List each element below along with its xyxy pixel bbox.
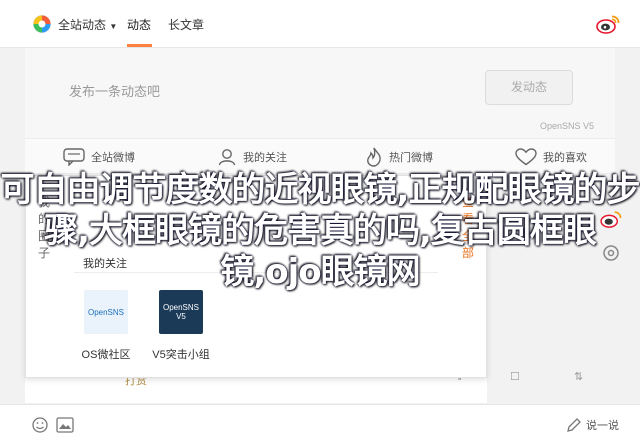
send-post-button[interactable]: 发动态 [485, 70, 573, 105]
filter-label: 我的关注 [243, 152, 287, 164]
circle-name: V5突击小组 [152, 349, 210, 361]
filter-label: 全站微博 [91, 152, 135, 164]
image-icon[interactable] [56, 417, 74, 433]
caret-down-icon: ▼ [109, 22, 118, 31]
tab-dynamic[interactable]: 动态 [127, 16, 151, 33]
circle-card[interactable]: OpenSNS OS微社区 [70, 290, 142, 362]
site-dropdown[interactable]: 全站动态 ▼ [58, 16, 117, 33]
share-icon[interactable]: ⇅ [574, 370, 583, 383]
top-header: 全站动态 ▼ 动态 长文章 [0, 0, 640, 48]
flame-icon [367, 147, 381, 167]
edit-icon[interactable] [566, 417, 582, 433]
site-dropdown-label: 全站动态 [58, 18, 107, 32]
filter-label: 我的喜欢 [543, 152, 587, 164]
page: 全站动态 ▼ 动态 长文章 发布一条动态吧 发动态 OpenSNS V5 全站微… [0, 0, 640, 442]
heart-icon [515, 148, 537, 166]
circle-thumbnail: OpenSNS [84, 290, 128, 334]
say-something-link[interactable]: 说一说 [586, 417, 619, 433]
thumbnail-label: OpenSNS V5 [162, 303, 200, 321]
version-label: OpenSNS V5 [540, 121, 595, 131]
thumbnail-label: OpenSNS [87, 307, 125, 317]
filter-all-weibo[interactable]: 全站微博 [63, 147, 135, 167]
comment-icon[interactable]: ☐ [510, 370, 520, 383]
circle-name: OS微社区 [81, 349, 131, 361]
weibo-icon[interactable] [596, 14, 620, 34]
user-icon [218, 149, 236, 166]
filter-my-likes[interactable]: 我的喜欢 [515, 147, 587, 167]
filter-label: 热门微博 [389, 152, 433, 164]
filter-my-follow[interactable]: 我的关注 [217, 147, 287, 167]
active-tab-indicator [127, 44, 152, 47]
overlay-title: 可自由调节度数的近视眼镜,正规配眼镜的步骤,大框眼镜的危害真的吗,复古圆框眼镜,… [0, 170, 640, 292]
bottom-bar: 说一说 [0, 404, 640, 442]
filter-hot-weibo[interactable]: 热门微博 [365, 147, 433, 167]
chat-bubble-icon [63, 148, 85, 166]
circle-card[interactable]: OpenSNS V5 V5突击小组 [145, 290, 217, 362]
circle-thumbnail: OpenSNS V5 [159, 290, 203, 334]
composer-input[interactable]: 发布一条动态吧 [69, 81, 160, 100]
tab-long-article[interactable]: 长文章 [168, 16, 204, 33]
smile-icon[interactable] [32, 417, 48, 433]
feed-filter-toolbar: 全站微博 我的关注 热门微博 我的喜欢 [25, 138, 615, 174]
post-composer: 发布一条动态吧 发动态 OpenSNS V5 [25, 48, 615, 138]
site-logo-icon[interactable] [33, 15, 51, 33]
